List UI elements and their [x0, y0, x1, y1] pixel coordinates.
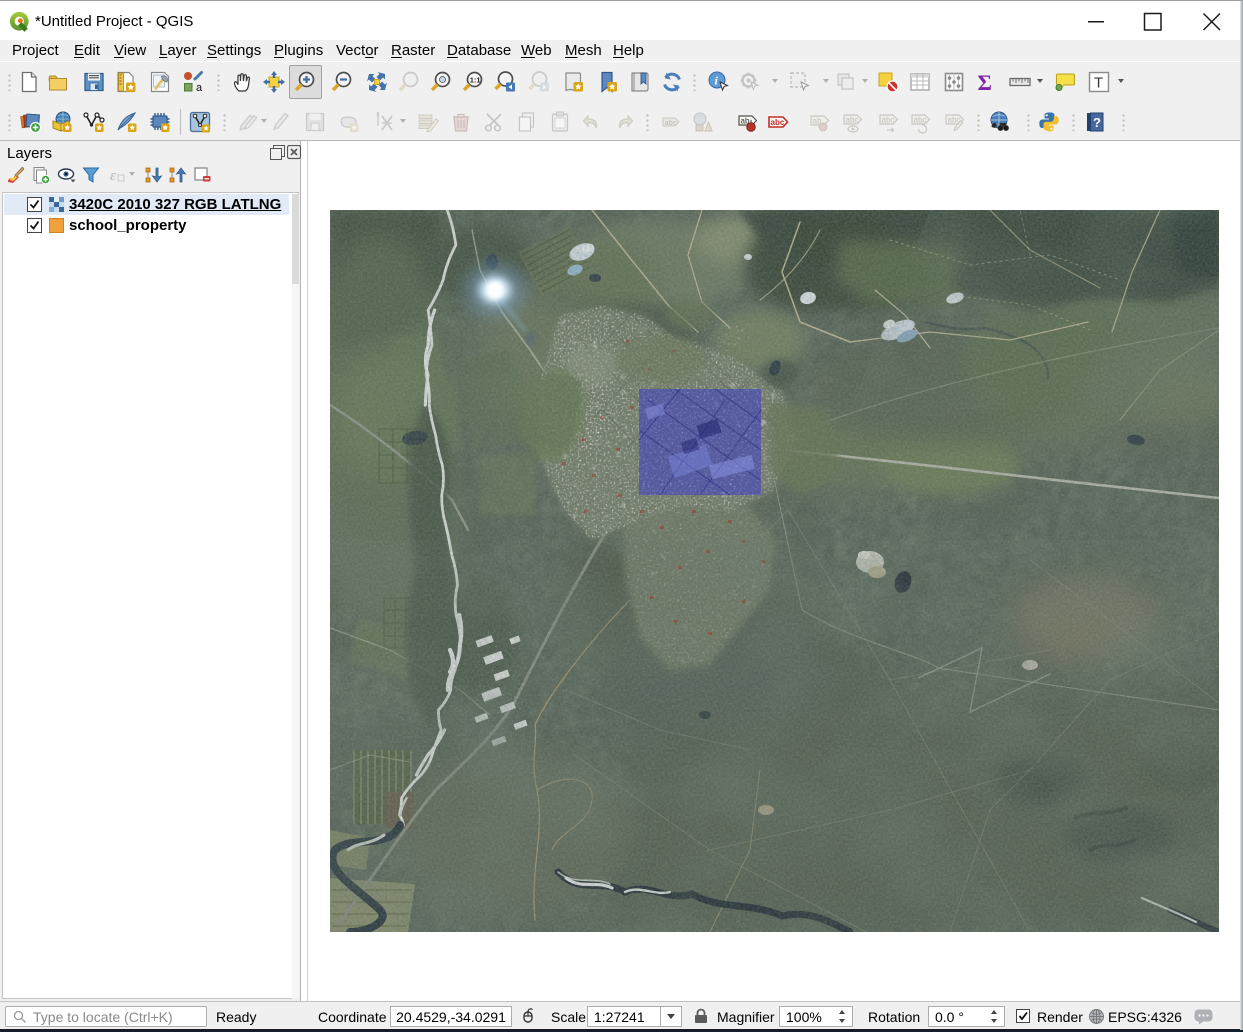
svg-text:Σ: Σ	[978, 70, 992, 94]
svg-text:a: a	[196, 82, 203, 94]
svg-text:abc: abc	[882, 116, 895, 125]
svg-text:?: ?	[1093, 115, 1101, 130]
svg-text:abc: abc	[771, 118, 785, 127]
svg-text:1:1: 1:1	[470, 76, 481, 85]
svg-text:abc: abc	[846, 116, 859, 125]
svg-text:abc: abc	[665, 118, 677, 127]
svg-text:T: T	[1094, 75, 1103, 92]
svg-text:ε: ε	[110, 168, 116, 184]
svg-text:abc: abc	[914, 116, 927, 125]
